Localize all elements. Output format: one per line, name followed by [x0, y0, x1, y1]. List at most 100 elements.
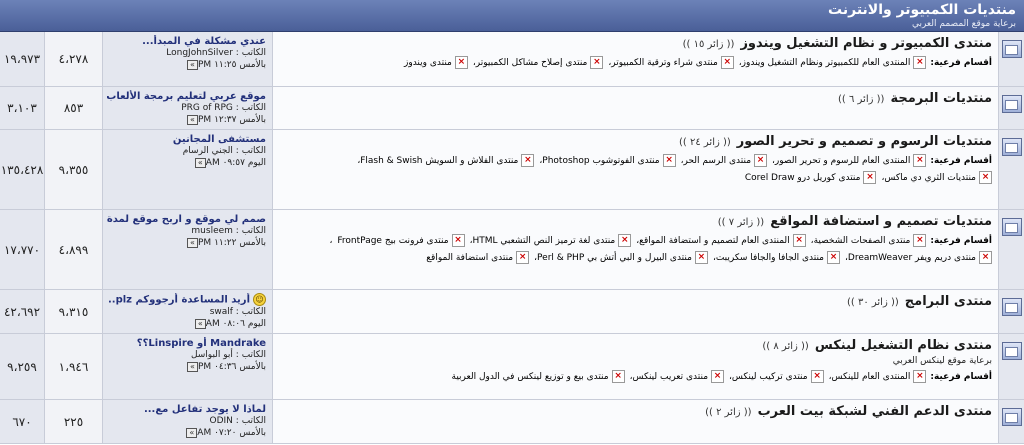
subforum-link[interactable]: × منتدى فرونت بيج FrontPage	[337, 234, 465, 247]
subforums-label: أقسام فرعية:	[930, 371, 992, 382]
forum-title-line: منتدى الكمبيوتر و نظام التشغيل ويندوز (( …	[277, 36, 992, 53]
subforum-link[interactable]: × المنتدى العام لتصميم و استضافة المواقع،	[636, 234, 806, 247]
subforum-link[interactable]: × منتدى الفلاش و السويش Flash & Swish،	[357, 154, 535, 167]
forum-icon-cell	[998, 210, 1024, 289]
go-to-post-icon[interactable]: »	[187, 362, 198, 372]
subforum-link[interactable]: × منتدى شراء وترقية الكمبيوتر،	[608, 56, 734, 69]
subforum-link[interactable]: × المنتدى العام للينكس،	[829, 370, 927, 383]
post-count: ١٧،٧٧٠	[0, 210, 44, 289]
subforum-link[interactable]: × منتدى الصفحات الشخصية،	[811, 234, 927, 247]
subforum-link[interactable]: × منتدى تعريب لينكس،	[630, 370, 725, 383]
subforum-label: منتدى لغة ترميز النص التشعبي HTML،	[469, 235, 616, 246]
forum-icon-cell	[998, 334, 1024, 399]
last-post-title[interactable]: Mandrake أو Linspire؟؟	[107, 337, 266, 350]
forum-title-link[interactable]: منتدى الكمبيوتر و نظام التشغيل ويندوز	[740, 36, 992, 51]
subforum-link[interactable]: × منتديات الثري دي ماكس،	[881, 171, 992, 184]
broken-image-icon: ×	[711, 370, 725, 383]
last-post-time: اليوم ٠٨:٠٦ AM»	[107, 318, 266, 330]
subforum-link[interactable]: × منتدى تركيب لينكس،	[729, 370, 824, 383]
post-count: ٦٧٠	[0, 400, 44, 443]
category-header: منتديات الكمبيوتر والانترنت برعاية موقع …	[0, 0, 1024, 32]
category-title[interactable]: منتديات الكمبيوتر والانترنت	[0, 3, 1016, 18]
broken-image-icon: ×	[521, 154, 535, 167]
forum-viewers: (( زائر ١٥ ))	[682, 39, 735, 50]
last-post-author: الكاتب : الجني الرسام	[107, 146, 266, 157]
forum-viewers: (( زائر ٢ ))	[705, 407, 752, 418]
subforum-link[interactable]: × منتدى الفوتوشوب Photoshop،	[539, 154, 676, 167]
last-post-title-text: لماذا لا يوجد تفاعل مع...	[143, 404, 266, 415]
subforum-link[interactable]: × منتدى البيرل و البي أتش بي Perl & PHP،	[534, 251, 708, 264]
forum-info: منتديات تصميم و استضافة المواقع (( زائر ٧…	[272, 210, 998, 289]
last-post-author: الكاتب : ODIN	[107, 416, 266, 427]
subforum-link[interactable]: × منتدى استضافة المواقع	[426, 251, 530, 264]
forum-title-link[interactable]: منتديات الرسوم و تصميم و تحرير الصور	[737, 134, 992, 149]
forum-title-line: منتديات تصميم و استضافة المواقع (( زائر ٧…	[277, 214, 992, 231]
thread-count: ٩،٣٥٥	[44, 130, 102, 209]
author-name[interactable]: LongJohnSilver	[166, 48, 233, 58]
subforum-link[interactable]: × منتدى بيع و توزيع لينكس في الدول العربي…	[452, 370, 625, 383]
author-name[interactable]: PRG of RPG	[181, 103, 233, 113]
forum-title-link[interactable]: منتديات البرمجة	[890, 91, 992, 106]
forum-title-link[interactable]: منتديات تصميم و استضافة المواقع	[770, 214, 992, 229]
subforum-link[interactable]: × منتدى دريم ويفر DreamWeaver،	[845, 251, 992, 264]
thread-count: ٨٥٣	[44, 87, 102, 129]
forum-title-link[interactable]: منتدى الدعم الفني لشبكة بيت العرب	[758, 404, 992, 419]
last-post: Mandrake أو Linspire؟؟ الكاتب : أبو البوا…	[102, 334, 272, 399]
go-to-post-icon[interactable]: »	[187, 238, 198, 248]
author-name[interactable]: أبو البواسل	[191, 350, 233, 360]
last-post-title[interactable]: موقع عربي لتعليم برمجة الألعاب	[107, 90, 266, 103]
forum-row: منتدى الكمبيوتر و نظام التشغيل ويندوز (( …	[0, 32, 1024, 87]
forum-info: منتدى الكمبيوتر و نظام التشغيل ويندوز (( …	[272, 32, 998, 86]
thread-count: ٩،٣١٥	[44, 290, 102, 333]
author-name[interactable]: ODIN	[210, 416, 233, 426]
subforum-link[interactable]: × منتدى كوريل درو Corel Draw	[745, 171, 877, 184]
smile-icon: ☺	[253, 293, 266, 306]
subforum-label: المنتدى العام لتصميم و استضافة المواقع،	[636, 235, 790, 246]
last-post-title[interactable]: صمم لي موقع و اربح موقع لمدة...	[107, 213, 266, 226]
subforum-link[interactable]: ،	[330, 236, 333, 246]
subforum-link[interactable]: × منتدى ويندوز	[404, 56, 468, 69]
post-count: ١٩،٩٧٣	[0, 32, 44, 86]
forum-title-line: منتدى الدعم الفني لشبكة بيت العرب (( زائر…	[277, 404, 992, 421]
last-post-time: بالأمس ١١:٢٢ PM»	[107, 237, 266, 249]
post-count: ٩،٢٥٩	[0, 334, 44, 399]
last-post-title-text: صمم لي موقع و اربح موقع لمدة...	[107, 214, 266, 225]
post-count: ٣،١٠٣	[0, 87, 44, 129]
last-post-title[interactable]: لماذا لا يوجد تفاعل مع...	[107, 403, 266, 416]
forum-title-link[interactable]: منتدى نظام التشغيل لينكس	[815, 338, 992, 353]
author-name[interactable]: musleem	[191, 226, 233, 236]
forum-info: منتديات الرسوم و تصميم و تحرير الصور (( ز…	[272, 130, 998, 209]
subforum-link[interactable]: × منتدى إصلاح مشاكل الكمبيوتر،	[473, 56, 604, 69]
forum-row: منتديات تصميم و استضافة المواقع (( زائر ٧…	[0, 210, 1024, 290]
subforum-label: منتدى الفوتوشوب Photoshop،	[539, 155, 660, 166]
go-to-post-icon[interactable]: »	[194, 318, 206, 329]
author-name[interactable]: الجني الرسام	[183, 146, 233, 156]
forum-row: منتدى البرامج (( زائر ٣٠ )) ☺أريد المساعدة…	[0, 290, 1024, 334]
forum-icon-cell	[998, 87, 1024, 129]
forum-list: منتدى الكمبيوتر و نظام التشغيل ويندوز (( …	[0, 32, 1024, 444]
subforum-link[interactable]: × منتدى الجافا والجافا سكريبت،	[712, 251, 841, 264]
last-post-author: الكاتب : swalf	[107, 307, 266, 318]
forum-title-link[interactable]: منتدى البرامج	[905, 294, 992, 309]
go-to-post-icon[interactable]: »	[187, 115, 198, 125]
last-post-title[interactable]: ☺أريد المساعدة أرجووكم plz...	[107, 293, 266, 307]
go-to-post-icon[interactable]: »	[194, 158, 206, 168]
go-to-post-icon[interactable]: »	[186, 428, 198, 438]
author-name[interactable]: swalf	[210, 307, 233, 317]
last-post-title[interactable]: عندي مشكلة في المبدأ...	[107, 35, 266, 48]
broken-image-icon: ×	[590, 56, 604, 69]
subforum-label: منتدى ويندوز	[404, 57, 452, 68]
subforum-label: منتدى كوريل درو Corel Draw	[744, 172, 861, 183]
go-to-post-icon[interactable]: »	[187, 60, 198, 70]
subforum-link[interactable]: × منتدى لغة ترميز النص التشعبي HTML،	[470, 234, 632, 247]
author-prefix: الكاتب :	[235, 103, 266, 113]
author-prefix: الكاتب :	[235, 48, 266, 58]
subforum-label: منتدى الجافا والجافا سكريبت،	[712, 252, 825, 263]
subforum-link[interactable]: × منتدى الرسم الحر،	[681, 154, 768, 167]
subforum-link[interactable]: × المنتدى العام للكمبيوتر ونظام التشغيل و…	[739, 56, 927, 69]
subforum-link[interactable]: × المنتدى العام للرسوم و تحرير الصور،	[772, 154, 927, 167]
broken-image-icon: ×	[810, 370, 824, 383]
last-post-title[interactable]: مستشفى المجانين	[107, 133, 266, 146]
broken-image-icon: ×	[451, 234, 465, 247]
forum-info: منتدى نظام التشغيل لينكس (( زائر ٨ )) برعا…	[272, 334, 998, 399]
